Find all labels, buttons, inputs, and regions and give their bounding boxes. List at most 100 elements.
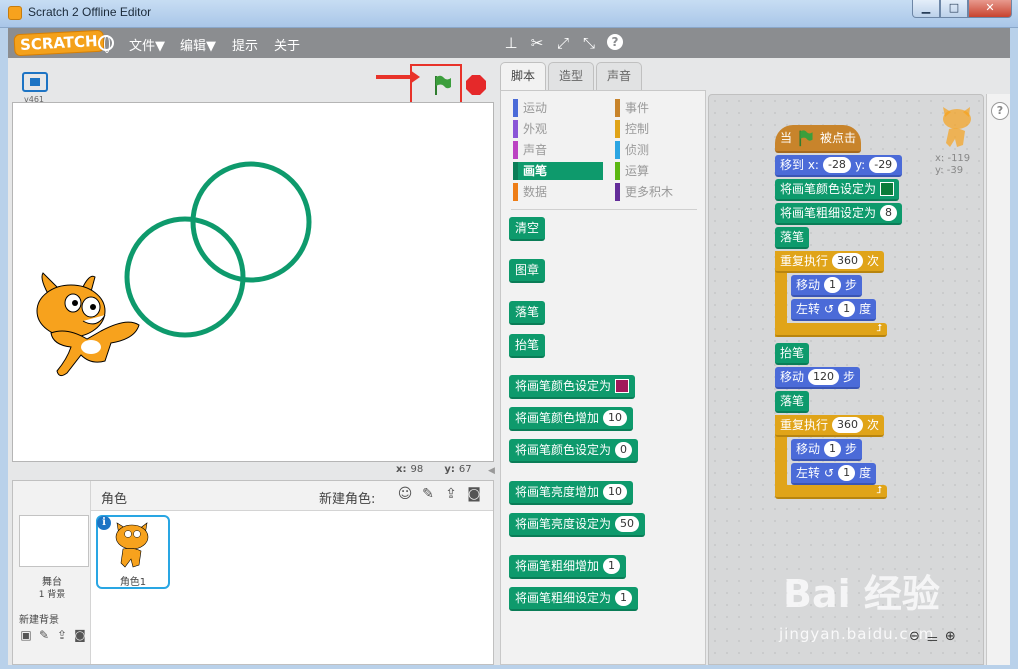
- palette-block-label: 落笔: [515, 305, 540, 319]
- scripts-area[interactable]: x: -119 y: -39 当 被点击 移到 x: -28 y: -29 将画…: [708, 94, 984, 665]
- palette-block-stamp[interactable]: 图章: [509, 259, 546, 283]
- block-label: 移动: [796, 278, 821, 292]
- degrees-input[interactable]: 1: [838, 301, 856, 317]
- x-input[interactable]: -28: [822, 157, 851, 173]
- scratch-logo[interactable]: SCRATCH: [13, 29, 105, 57]
- turn-left-block[interactable]: 左转 ↺ 1 度: [791, 463, 877, 485]
- category-events[interactable]: 事件: [615, 99, 705, 117]
- upload-backdrop-icon[interactable]: ⇪: [55, 628, 69, 642]
- palette-block-pen-down[interactable]: 落笔: [509, 301, 546, 325]
- pen-down-block[interactable]: 落笔: [775, 227, 810, 249]
- camera-sprite-icon[interactable]: ◙: [466, 486, 482, 502]
- size-input[interactable]: 8: [880, 205, 898, 221]
- steps-input[interactable]: 1: [824, 441, 842, 457]
- category-sensing[interactable]: 侦测: [615, 141, 705, 159]
- palette-block-pen-up[interactable]: 抬笔: [509, 334, 546, 358]
- minimize-button[interactable]: ▁: [912, 0, 940, 18]
- paint-sprite-icon[interactable]: ✎: [420, 486, 436, 502]
- set-pen-color-block[interactable]: 将画笔颜色设定为: [775, 179, 900, 201]
- stage-thumbnail[interactable]: [19, 515, 89, 567]
- goto-xy-block[interactable]: 移到 x: -28 y: -29: [775, 155, 903, 177]
- shrink-icon[interactable]: ⤡: [581, 34, 597, 52]
- palette-block-label: 将画笔亮度设定为: [515, 517, 612, 531]
- camera-backdrop-icon[interactable]: ◙: [73, 628, 87, 642]
- category-control[interactable]: 控制: [615, 120, 705, 138]
- menu-about[interactable]: 关于: [274, 35, 300, 54]
- menu-file[interactable]: 文件▼: [129, 35, 165, 54]
- palette-block-change-pen-size[interactable]: 将画笔粗细增加 1: [509, 555, 627, 579]
- category-motion[interactable]: 运动: [513, 99, 603, 117]
- collapse-stage-icon[interactable]: ◀: [488, 466, 496, 478]
- zoom-reset-icon[interactable]: ＝: [926, 629, 939, 648]
- upload-sprite-icon[interactable]: ⇪: [443, 486, 459, 502]
- tab-costumes[interactable]: 造型: [548, 62, 595, 90]
- stage-canvas[interactable]: [12, 102, 494, 462]
- menu-tips[interactable]: 提示: [232, 35, 258, 54]
- menu-edit[interactable]: 编辑▼: [180, 35, 216, 54]
- color-swatch[interactable]: [880, 182, 895, 196]
- category-operators[interactable]: 运算: [615, 162, 705, 180]
- zoom-out-icon[interactable]: ⊖: [909, 629, 920, 648]
- presentation-mode-icon[interactable]: [22, 72, 48, 92]
- tips-help-icon[interactable]: ?: [991, 102, 1009, 120]
- palette-block-clear[interactable]: 清空: [509, 217, 546, 241]
- palette-block-set-pen-size[interactable]: 将画笔粗细设定为 1: [509, 587, 639, 611]
- degrees-input[interactable]: 1: [838, 465, 856, 481]
- set-pen-size-block[interactable]: 将画笔粗细设定为 8: [775, 203, 903, 225]
- repeat-block[interactable]: 重复执行 360 次: [775, 251, 885, 273]
- green-flag-icon[interactable]: [433, 74, 453, 96]
- sprite-card[interactable]: i 角色1: [96, 515, 170, 589]
- new-sprite-tools: ☺ ✎ ⇪ ◙: [397, 486, 482, 502]
- sprite-info-icon[interactable]: i: [97, 516, 111, 530]
- backdrop-library-icon[interactable]: ▣: [19, 628, 33, 642]
- category-sound[interactable]: 声音: [513, 141, 603, 159]
- steps-input[interactable]: 120: [808, 369, 840, 385]
- pen-down-block[interactable]: 落笔: [775, 391, 810, 413]
- palette-block-change-pen-shade[interactable]: 将画笔亮度增加 10: [509, 481, 634, 505]
- value-input[interactable]: 10: [603, 410, 628, 426]
- category-looks[interactable]: 外观: [513, 120, 603, 138]
- palette-block-set-pen-color-value[interactable]: 将画笔颜色设定为 0: [509, 439, 639, 463]
- move-steps-block[interactable]: 移动 1 步: [791, 275, 863, 297]
- count-input[interactable]: 360: [832, 417, 864, 433]
- color-swatch[interactable]: [615, 379, 630, 393]
- category-more-blocks[interactable]: 更多积木: [615, 183, 705, 201]
- palette-block-set-pen-shade[interactable]: 将画笔亮度设定为 50: [509, 513, 646, 537]
- sprite-library-icon[interactable]: ☺: [397, 486, 413, 502]
- sprite-x: x: -119: [935, 153, 971, 164]
- palette-block-change-pen-color[interactable]: 将画笔颜色增加 10: [509, 407, 634, 431]
- repeat-block[interactable]: 重复执行 360 次: [775, 415, 885, 437]
- value-input[interactable]: 10: [603, 484, 628, 500]
- count-input[interactable]: 360: [832, 253, 864, 269]
- tab-scripts[interactable]: 脚本: [500, 62, 547, 90]
- move-steps-block[interactable]: 移动 120 步: [775, 367, 861, 389]
- tab-sounds[interactable]: 声音: [596, 62, 643, 90]
- category-pen[interactable]: 画笔: [513, 162, 603, 180]
- block-label: 左转: [796, 302, 821, 316]
- turn-left-block[interactable]: 左转 ↺ 1 度: [791, 299, 877, 321]
- category-divider: [511, 209, 697, 210]
- value-input[interactable]: 1: [615, 590, 633, 606]
- paint-backdrop-icon[interactable]: ✎: [37, 628, 51, 642]
- close-button[interactable]: ✕: [968, 0, 1012, 18]
- stamp-icon[interactable]: ⊥: [503, 34, 519, 52]
- steps-input[interactable]: 1: [824, 277, 842, 293]
- help-icon[interactable]: ?: [607, 34, 623, 50]
- grow-icon[interactable]: ⤢: [555, 34, 571, 52]
- block-label: 移到 x:: [780, 158, 819, 172]
- value-input[interactable]: 0: [615, 442, 633, 458]
- pen-up-block[interactable]: 抬笔: [775, 343, 810, 365]
- value-input[interactable]: 50: [615, 516, 640, 532]
- zoom-in-icon[interactable]: ⊕: [945, 629, 956, 648]
- y-input[interactable]: -29: [869, 157, 898, 173]
- value-input[interactable]: 1: [603, 558, 621, 574]
- category-data[interactable]: 数据: [513, 183, 603, 201]
- cut-icon[interactable]: ✂: [529, 34, 545, 52]
- when-flag-clicked-block[interactable]: 当 被点击: [775, 125, 862, 153]
- move-steps-block[interactable]: 移动 1 步: [791, 439, 863, 461]
- window-titlebar[interactable]: Scratch 2 Offline Editor ▁ □ ✕: [0, 0, 1018, 28]
- maximize-button[interactable]: □: [940, 0, 968, 18]
- palette-block-set-pen-color-swatch[interactable]: 将画笔颜色设定为: [509, 375, 636, 399]
- language-globe-icon[interactable]: [98, 35, 114, 53]
- stop-icon[interactable]: [466, 75, 486, 95]
